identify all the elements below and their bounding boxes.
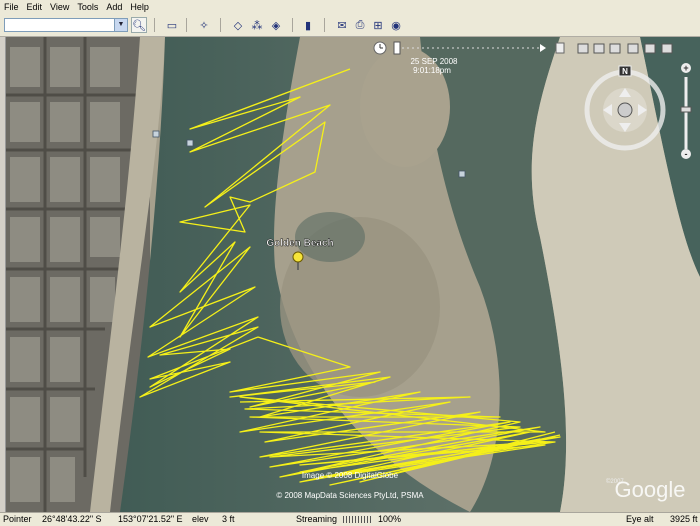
map-view[interactable]: Golden Beach 25 SEP 2008 9:01:18pm N + -… xyxy=(0,37,700,512)
elevation-value: 3 ft xyxy=(222,514,235,524)
menu-view[interactable]: View xyxy=(46,0,73,14)
elevation-label: elev xyxy=(192,514,209,524)
pointer-latitude: 26°48'43.22" S xyxy=(42,514,102,524)
time-options-icon[interactable] xyxy=(555,42,565,54)
search-icon[interactable]: 🔍︎ xyxy=(131,17,147,33)
sidebar-toggle-icon[interactable]: ▭ xyxy=(164,17,180,33)
menu-edit[interactable]: Edit xyxy=(23,0,47,14)
separator xyxy=(186,18,187,32)
ruler-icon[interactable]: ▮ xyxy=(300,17,316,33)
time-slider-thumb[interactable] xyxy=(393,41,401,55)
google-logo: Google xyxy=(615,477,686,502)
menu-tools[interactable]: Tools xyxy=(73,0,102,14)
separator xyxy=(324,18,325,32)
pointer-longitude: 153°07'21.52" E xyxy=(118,514,183,524)
menu-add[interactable]: Add xyxy=(102,0,126,14)
polygon-add-icon[interactable]: ◇ xyxy=(230,17,246,33)
north-label: N xyxy=(622,67,628,76)
image-credit: Image © 2008 DigitalGlobe xyxy=(302,471,399,480)
pointer-label: Pointer xyxy=(3,514,32,524)
photo-marker-icon[interactable] xyxy=(458,170,466,178)
path-add-icon[interactable]: ⁂ xyxy=(249,17,265,33)
map-credit: © 2008 MapData Sciences PtyLtd, PSMA xyxy=(276,491,424,500)
separator xyxy=(154,18,155,32)
zoom-out-label: - xyxy=(685,149,688,159)
overlay-add-icon[interactable]: ◈ xyxy=(268,17,284,33)
status-bar: Pointer 26°48'43.22" S 153°07'21.52" E e… xyxy=(0,512,700,526)
sky-icon[interactable]: ◉ xyxy=(388,17,404,33)
placemark-label[interactable]: Golden Beach xyxy=(266,238,334,249)
photo-marker-icon[interactable] xyxy=(186,139,194,147)
maps-icon[interactable]: ⊞ xyxy=(370,17,386,33)
zoom-in-label: + xyxy=(683,63,688,73)
timeline-date: 25 SEP 2008 xyxy=(410,57,458,66)
search-input[interactable]: ▼ xyxy=(4,18,128,32)
print-icon[interactable]: ⎙ xyxy=(352,17,368,33)
toolbar: ▼ 🔍︎ ▭ ✧ ◇ ⁂ ◈ ▮ ✉ ⎙ ⊞ ◉ xyxy=(0,14,700,37)
menu-help[interactable]: Help xyxy=(126,0,153,14)
chevron-down-icon[interactable]: ▼ xyxy=(114,19,127,31)
photo-marker-icon[interactable] xyxy=(152,130,160,138)
streaming-label: Streaming xyxy=(296,514,338,524)
satellite-image[interactable]: Golden Beach 25 SEP 2008 9:01:18pm N + -… xyxy=(0,37,700,512)
separator xyxy=(220,18,221,32)
eye-alt-value: 3925 ft xyxy=(670,514,698,524)
separator xyxy=(292,18,293,32)
streaming-percent: 100% xyxy=(378,514,402,524)
streaming-meter xyxy=(343,516,371,523)
timeline-time: 9:01:18pm xyxy=(413,66,451,75)
menu-file[interactable]: File xyxy=(0,0,23,14)
zoom-thumb[interactable] xyxy=(680,106,692,113)
sidebar-collapsed[interactable] xyxy=(0,37,6,512)
menu-bar: File Edit View Tools Add Help xyxy=(0,0,700,14)
email-icon[interactable]: ✉ xyxy=(334,17,350,33)
placemark-add-icon[interactable]: ✧ xyxy=(196,17,212,33)
eye-alt-label: Eye alt xyxy=(626,514,654,524)
